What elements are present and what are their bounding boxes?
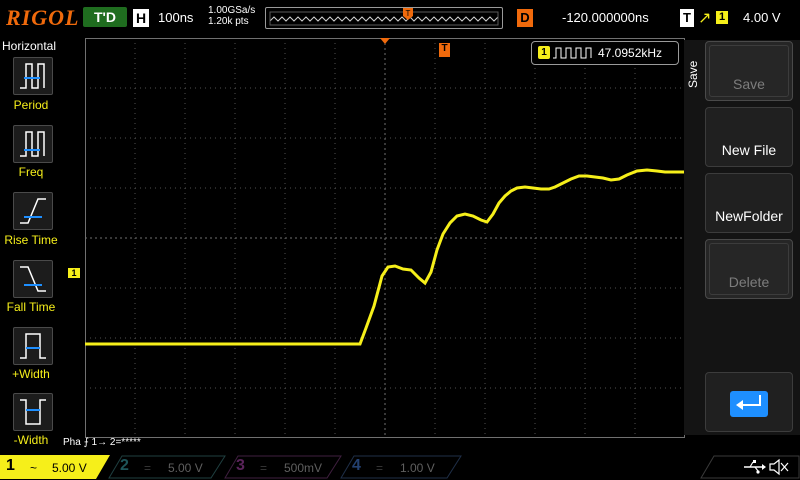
- ch1-scale: 5.00 V: [52, 461, 87, 475]
- waveform-display[interactable]: [85, 38, 685, 438]
- ch4-tab[interactable]: 4 = 1.00 V: [340, 455, 462, 479]
- period-button[interactable]: [13, 57, 53, 95]
- positive-width-icon: [20, 333, 46, 359]
- ch1-coupling: ~: [30, 461, 38, 475]
- brand-logo: RIGOL: [6, 5, 80, 30]
- new-folder-label: NewFolder: [715, 208, 783, 224]
- ch4-scale: 1.00 V: [400, 461, 435, 475]
- trigger-source-badge: 1: [716, 11, 728, 24]
- memory-trigger-letter: T: [406, 9, 411, 18]
- fall-time-button[interactable]: [13, 260, 53, 298]
- save-menu-title: Save: [686, 60, 700, 88]
- trigger-position-marker: [380, 38, 390, 44]
- ch2-coupling: =: [144, 461, 152, 475]
- memory-position-bar[interactable]: T: [265, 7, 503, 29]
- ch4-number: 4: [352, 457, 361, 474]
- ch1-tab[interactable]: 1 ~ 5.00 V: [0, 455, 110, 479]
- return-icon: [730, 391, 768, 417]
- ch3-tab[interactable]: 3 = 500mV: [224, 455, 342, 479]
- memory-points: 1.20k pts: [208, 16, 249, 27]
- menu-title-vertical: Save: [686, 60, 700, 88]
- delete-button[interactable]: Delete: [705, 239, 793, 299]
- ch2-scale: 5.00 V: [168, 461, 203, 475]
- ch2-tab[interactable]: 2 = 5.00 V: [108, 455, 226, 479]
- rise-time-button[interactable]: [13, 192, 53, 230]
- usb-icon: [744, 460, 766, 474]
- delete-label: Delete: [728, 274, 770, 290]
- positive-width-label: +Width: [12, 367, 50, 381]
- new-file-label: New File: [721, 142, 777, 158]
- negative-width-label: -Width: [13, 433, 49, 447]
- fall-time-label: Fall Time: [6, 300, 56, 314]
- freq-button[interactable]: [13, 125, 53, 163]
- run-status-badge[interactable]: T'D: [83, 7, 127, 27]
- ch3-scale: 500mV: [284, 461, 323, 475]
- rise-time-label: Rise Time: [4, 233, 58, 247]
- delay-badge: D: [517, 9, 533, 27]
- freq-icon: [20, 131, 45, 157]
- frequency-counter[interactable]: 1 47.0952kHz: [531, 41, 679, 65]
- phase-readout: Pha ⨍ 1→ 2=*****: [63, 437, 141, 448]
- frequency-value: 47.0952kHz: [598, 46, 663, 60]
- ch1-offset-marker: 1: [68, 268, 80, 278]
- trigger-badge: T: [680, 9, 694, 27]
- trigger-level-value[interactable]: 4.00 V: [743, 10, 781, 25]
- ch4-coupling: =: [376, 461, 384, 475]
- ch1-number: 1: [6, 457, 15, 474]
- negative-width-button[interactable]: [13, 393, 53, 431]
- ch2-number: 2: [120, 457, 129, 474]
- timebase-value[interactable]: 100ns: [158, 10, 193, 25]
- fall-time-icon: [20, 266, 46, 292]
- menu-title: Horizontal: [2, 39, 57, 53]
- rise-time-icon: [20, 198, 46, 224]
- period-icon: [20, 63, 45, 89]
- delay-value[interactable]: -120.000000ns: [562, 10, 649, 25]
- save-button[interactable]: Save: [705, 41, 793, 101]
- new-folder-button[interactable]: NewFolder: [705, 173, 793, 233]
- sample-info: 1.00GSa/s 1.20k pts: [208, 5, 255, 27]
- horizontal-badge: H: [133, 9, 149, 27]
- ch3-coupling: =: [260, 461, 268, 475]
- freq-label: Freq: [18, 165, 44, 179]
- square-wave-icon: [553, 47, 592, 59]
- speaker-muted-icon: [769, 458, 789, 476]
- freq-channel-badge: 1: [538, 46, 550, 59]
- new-file-button[interactable]: New File: [705, 107, 793, 167]
- positive-width-button[interactable]: [13, 327, 53, 365]
- return-button[interactable]: [705, 372, 793, 432]
- memory-waveform-icon: T: [269, 8, 499, 26]
- sample-rate: 1.00GSa/s: [208, 5, 256, 16]
- rising-edge-icon: ↗: [698, 10, 712, 27]
- status-icons-area: [700, 455, 800, 479]
- ch3-number: 3: [236, 457, 245, 474]
- negative-width-icon: [20, 399, 46, 425]
- save-button-label: Save: [733, 76, 765, 92]
- center-axes: [85, 38, 685, 438]
- ch1-waveform-trace: [85, 168, 685, 346]
- trigger-time-marker: T: [439, 43, 450, 57]
- period-label: Period: [13, 98, 49, 112]
